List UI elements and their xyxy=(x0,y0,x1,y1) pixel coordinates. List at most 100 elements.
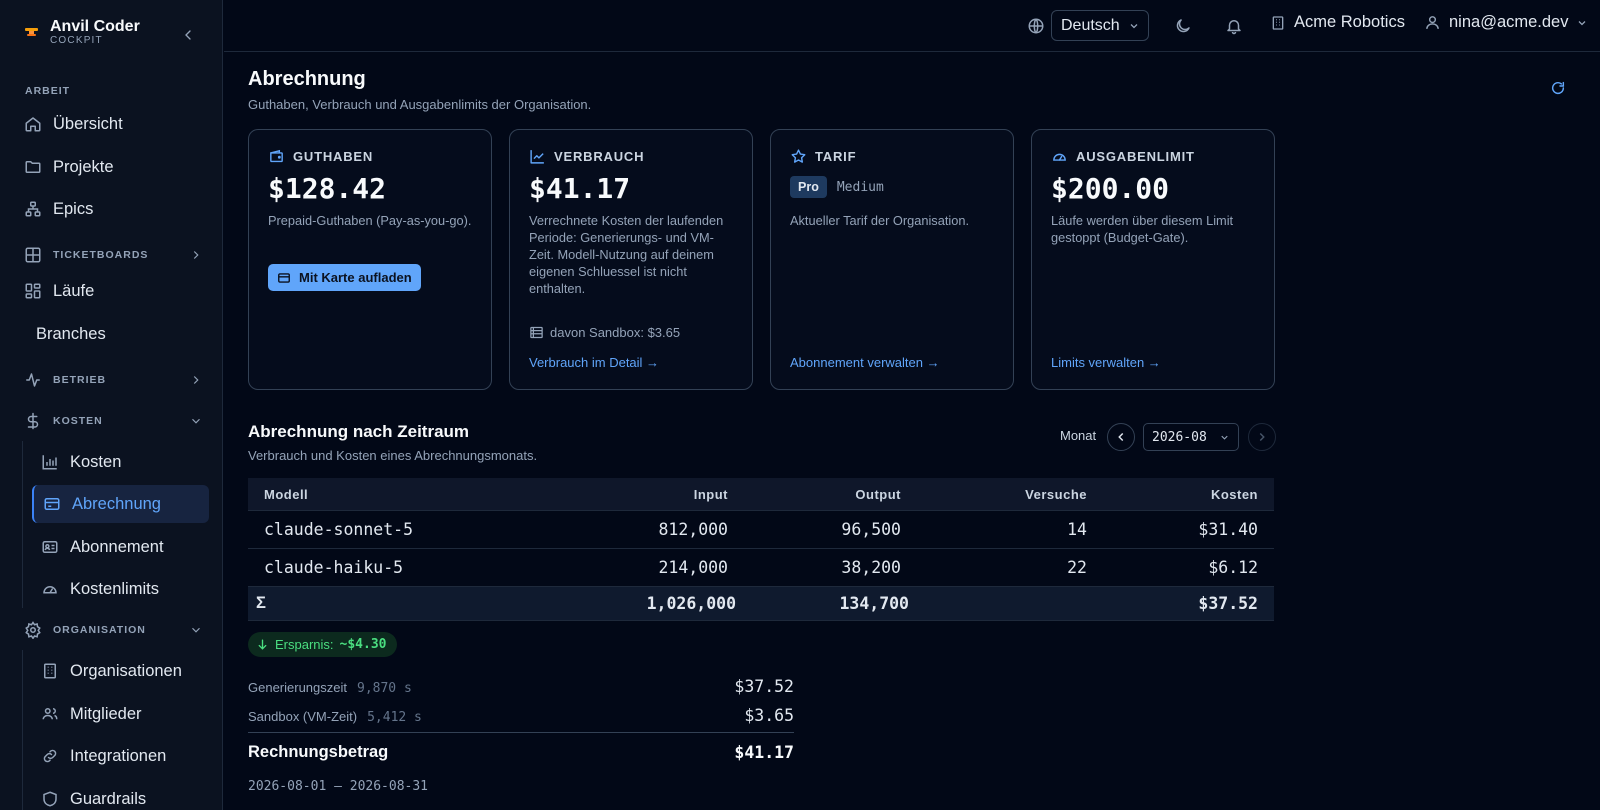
savings-label: Ersparnis: xyxy=(275,637,334,652)
link-icon xyxy=(43,749,57,763)
language-value: Deutsch xyxy=(1061,16,1120,34)
sidebar-item-label: Läufe xyxy=(53,281,95,300)
gauge-icon xyxy=(43,586,57,594)
next-month-button[interactable] xyxy=(1248,423,1276,451)
column-header: Modell xyxy=(264,486,309,502)
chevron-left-icon xyxy=(1118,432,1124,442)
topbar: Deutsch Acme Robotics nina@acme.dev xyxy=(224,0,1600,52)
tier-card: TARIF Pro Medium Aktueller Tarif der Org… xyxy=(770,129,1014,390)
sidebar-item-runs[interactable]: Läufe xyxy=(24,273,209,309)
sidebar-item-label: Mitglieder xyxy=(70,704,142,723)
sidebar-item-projects[interactable]: Projekte xyxy=(24,149,209,185)
sidebar-item-organisations[interactable]: Organisationen xyxy=(32,652,209,690)
arrow-down-icon xyxy=(258,639,267,650)
chevron-down-icon xyxy=(1221,435,1228,440)
usage-detail-link[interactable]: Verbrauch im Detail → xyxy=(529,355,659,370)
sidebar-item-label: Branches xyxy=(36,324,106,343)
brand[interactable]: Anvil Coder COCKPIT xyxy=(24,18,140,46)
activity-icon xyxy=(26,373,40,387)
sidebar-item-guardrails[interactable]: Guardrails xyxy=(32,780,209,810)
column-header: Versuche xyxy=(1025,486,1087,502)
folder-icon xyxy=(25,161,41,173)
output-cell: 96,500 xyxy=(841,520,901,539)
attempts-cell: 14 xyxy=(1067,520,1087,539)
collapse-sidebar-icon[interactable] xyxy=(180,27,196,43)
sidebar: Anvil Coder COCKPIT ARBEIT Übersicht Pro… xyxy=(0,0,223,810)
chevron-down-icon xyxy=(192,627,200,633)
generation-amount: $37.52 xyxy=(734,677,794,696)
period-section-title: Abrechnung nach Zeitraum xyxy=(248,422,470,441)
trend-chart-icon xyxy=(530,150,544,164)
table-header: Modell Input Output Versuche Kosten xyxy=(248,478,1274,511)
refresh-icon[interactable] xyxy=(1550,80,1566,96)
sidebar-item-label: Projekte xyxy=(53,157,114,176)
section-label-work: ARBEIT xyxy=(25,85,71,97)
gear-icon xyxy=(25,621,41,639)
app-subtitle: COCKPIT xyxy=(50,35,103,46)
sidebar-item-costs[interactable]: Kosten xyxy=(32,443,209,481)
sidebar-item-members[interactable]: Mitglieder xyxy=(32,695,209,733)
summary-divider xyxy=(248,732,794,733)
period-section-subtitle: Verbrauch und Kosten eines Abrechnungsmo… xyxy=(248,448,538,463)
credit-card-icon xyxy=(44,498,60,510)
sum-input-cell: 1,026,000 xyxy=(646,594,736,613)
sidebar-item-subscription[interactable]: Abonnement xyxy=(32,528,209,566)
sandbox-share: davon Sandbox: $3.65 xyxy=(529,325,680,340)
cost-cell: $6.12 xyxy=(1208,558,1258,577)
user-menu[interactable]: nina@acme.dev xyxy=(1424,13,1588,32)
sidebar-item-branches[interactable]: Branches xyxy=(36,316,221,352)
sidebar-item-label: Abonnement xyxy=(70,537,164,556)
input-cell: 214,000 xyxy=(658,558,728,577)
month-select[interactable]: 2026-08 xyxy=(1143,423,1239,451)
card-header: AUSGABENLIMIT xyxy=(1051,148,1195,165)
sidebar-item-cost-limits[interactable]: Kostenlimits xyxy=(32,570,209,608)
users-icon xyxy=(42,708,58,720)
home-icon xyxy=(25,117,41,132)
model-cell: claude-sonnet-5 xyxy=(264,520,414,539)
invoice-total-amount: $41.17 xyxy=(734,743,794,762)
sidebar-item-epics[interactable]: Epics xyxy=(24,191,209,227)
sidebar-item-overview[interactable]: Übersicht xyxy=(24,106,209,142)
sidebar-group-operations[interactable]: BETRIEB xyxy=(24,365,209,395)
billing-table: Modell Input Output Versuche Kosten clau… xyxy=(248,478,1274,621)
org-switcher[interactable]: Acme Robotics xyxy=(1270,13,1405,32)
generation-label: Generierungszeit xyxy=(248,680,347,695)
cost-cell: $31.40 xyxy=(1198,520,1258,539)
card-header: GUTHABEN xyxy=(268,148,373,165)
globe-icon xyxy=(1028,18,1044,34)
manage-subscription-link[interactable]: Abonnement verwalten → xyxy=(790,355,940,370)
bell-icon[interactable] xyxy=(1225,17,1243,35)
previous-month-button[interactable] xyxy=(1107,423,1135,451)
manage-limits-link[interactable]: Limits verwalten → xyxy=(1051,355,1161,370)
id-card-icon xyxy=(42,541,58,553)
top-up-with-card-button[interactable]: Mit Karte aufladen xyxy=(268,264,421,291)
app-name: Anvil Coder xyxy=(50,18,140,35)
sandbox-seconds: 5,412 s xyxy=(367,710,422,725)
moon-icon[interactable] xyxy=(1174,17,1192,35)
anvil-logo-icon xyxy=(25,28,38,36)
grid-icon xyxy=(25,247,41,263)
language-select[interactable]: Deutsch xyxy=(1051,10,1149,41)
model-cell: claude-haiku-5 xyxy=(264,558,404,577)
page-subtitle: Guthaben, Verbrauch und Ausgabenlimits d… xyxy=(248,97,592,112)
server-icon xyxy=(530,326,543,339)
group-label: TICKETBOARDS xyxy=(53,249,149,261)
sidebar-group-costs[interactable]: KOSTEN xyxy=(24,406,209,436)
sidebar-item-billing[interactable]: Abrechnung xyxy=(32,485,209,523)
sidebar-item-integrations[interactable]: Integrationen xyxy=(32,737,209,775)
sidebar-group-ticketboards[interactable]: TICKETBOARDS xyxy=(24,240,209,270)
sandbox-line: Sandbox (VM-Zeit) 5,412 s $3.65 xyxy=(248,706,794,725)
table-row: claude-haiku-5 214,000 38,200 22 $6.12 xyxy=(248,549,1274,587)
building-icon xyxy=(44,663,56,679)
dashboard-icon xyxy=(25,283,41,299)
savings-badge: Ersparnis: ~$4.30 xyxy=(248,632,397,657)
sidebar-group-organisation[interactable]: ORGANISATION xyxy=(24,615,209,645)
sandbox-text: davon Sandbox: $3.65 xyxy=(550,325,681,340)
limit-value: $200.00 xyxy=(1051,172,1170,205)
sidebar-item-label: Guardrails xyxy=(70,789,147,808)
card-header: TARIF xyxy=(790,148,856,165)
column-header: Output xyxy=(855,486,901,502)
org-name: Acme Robotics xyxy=(1294,13,1405,31)
spend-limit-card: AUSGABENLIMIT $200.00 Läufe werden über … xyxy=(1031,129,1275,390)
sidebar-item-label: Kostenlimits xyxy=(70,579,159,598)
